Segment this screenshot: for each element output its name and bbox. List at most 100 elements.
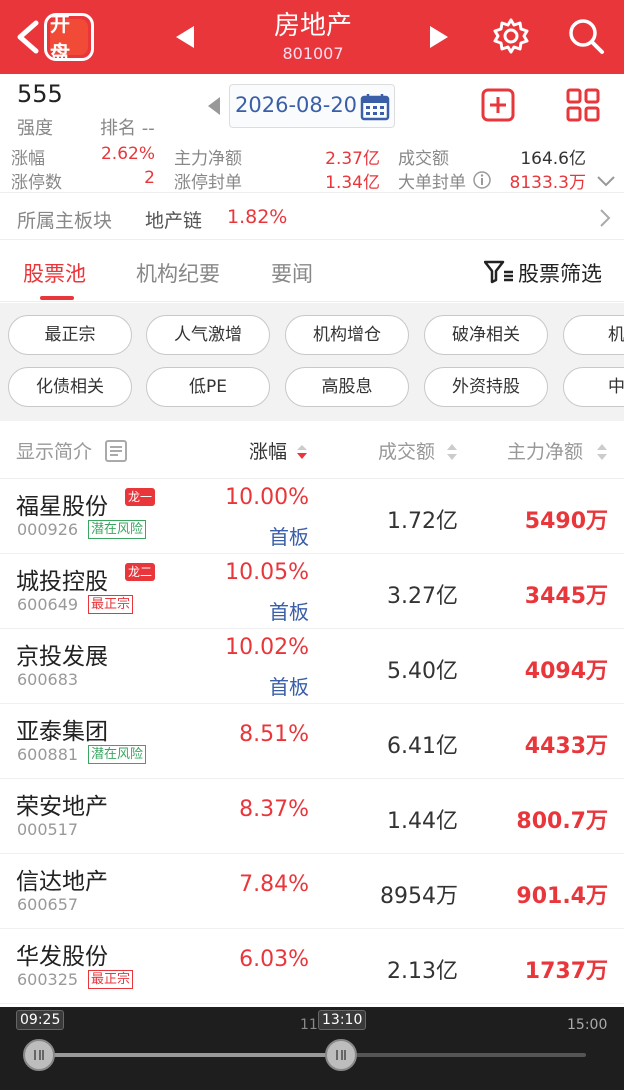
back-icon[interactable] bbox=[14, 20, 40, 54]
tab-news[interactable]: 要闻 bbox=[271, 258, 313, 288]
stock-name: 荣安地产 bbox=[16, 794, 108, 820]
chevron-down-icon[interactable] bbox=[596, 174, 616, 188]
stock-code: 600325 bbox=[17, 970, 79, 989]
authentic-tag: 最正宗 bbox=[88, 970, 134, 989]
list-icon[interactable] bbox=[104, 439, 128, 463]
stat-value: 164.6亿 bbox=[520, 149, 586, 169]
stock-code: 600657 bbox=[17, 895, 79, 914]
header-change[interactable]: 涨幅 bbox=[249, 437, 287, 464]
risk-tag: 潜在风险 bbox=[88, 520, 147, 539]
top-bar: 开盘 房地产 801007 bbox=[0, 0, 624, 74]
stat-value: 2.37亿 bbox=[325, 149, 380, 169]
strength-value: 555 bbox=[17, 80, 63, 108]
tag-chip[interactable]: 高股息 bbox=[285, 367, 409, 407]
header-net-inflow[interactable]: 主力净额 bbox=[507, 437, 583, 464]
gear-icon[interactable] bbox=[491, 16, 531, 56]
header-show-intro[interactable]: 显示简介 bbox=[16, 437, 92, 464]
next-sector-icon[interactable] bbox=[428, 24, 450, 50]
table-row[interactable]: 信达地产 600657 7.84% 8954万 901.4万 bbox=[0, 854, 624, 929]
logo-text: 开盘 bbox=[50, 16, 88, 58]
mid-time-label: 11 bbox=[300, 1017, 318, 1033]
grid-icon[interactable] bbox=[566, 88, 600, 122]
tab-bar: 股票池 机构纪要 要闻 股票筛选 bbox=[0, 240, 624, 302]
prev-date-icon[interactable] bbox=[206, 96, 222, 116]
main-sector-label: 所属主板块 bbox=[17, 210, 113, 232]
add-watchlist-icon[interactable] bbox=[481, 88, 515, 122]
net-inflow-value: 1737万 bbox=[524, 959, 608, 984]
tag-chip[interactable]: 化债相关 bbox=[8, 367, 132, 407]
board-label: 首板 bbox=[269, 675, 309, 699]
active-tab-indicator bbox=[40, 296, 74, 300]
change-value: 10.05% bbox=[225, 560, 309, 585]
stock-code: 600683 bbox=[17, 670, 79, 689]
volume-value: 6.41亿 bbox=[387, 734, 458, 759]
dragon-badge: 龙二 bbox=[125, 563, 156, 581]
table-row[interactable]: 城投控股 龙二 600649 最正宗 10.05% 首板 3.27亿 3445万 bbox=[0, 554, 624, 629]
change-value: 7.84% bbox=[239, 872, 309, 897]
info-icon[interactable] bbox=[472, 170, 492, 190]
stock-filter-label: 股票筛选 bbox=[518, 262, 602, 286]
net-inflow-value: 4433万 bbox=[524, 734, 608, 759]
main-sector-row[interactable]: 所属主板块 地产链 1.82% bbox=[0, 192, 624, 240]
end-time-label: 15:00 bbox=[567, 1017, 608, 1033]
net-inflow-value: 901.4万 bbox=[516, 884, 608, 909]
tab-stock-pool[interactable]: 股票池 bbox=[23, 258, 86, 288]
time-slider: 09:25 11 13:10 15:00 bbox=[0, 1007, 624, 1090]
change-value: 10.02% bbox=[225, 635, 309, 660]
stat-label: 大单封单 bbox=[398, 173, 466, 193]
tag-chip[interactable]: 机构增仓 bbox=[285, 315, 409, 355]
tag-chip[interactable]: 人气激增 bbox=[146, 315, 270, 355]
tag-chip[interactable]: 最正宗 bbox=[8, 315, 132, 355]
main-sector-change: 1.82% bbox=[227, 206, 288, 228]
stat-label: 主力净额 bbox=[174, 149, 242, 169]
authentic-tag: 最正宗 bbox=[88, 595, 134, 614]
date-picker[interactable]: 2026-08-20 bbox=[229, 84, 395, 128]
net-inflow-value: 3445万 bbox=[524, 584, 608, 609]
table-row[interactable]: 亚泰集团 600881 潜在风险 8.51% 6.41亿 4433万 bbox=[0, 704, 624, 779]
filter-icon bbox=[484, 260, 513, 284]
tag-chip[interactable]: 外资持股 bbox=[424, 367, 548, 407]
app-logo[interactable]: 开盘 bbox=[44, 13, 94, 61]
change-value: 8.51% bbox=[239, 722, 309, 747]
stat-value: 2.62% bbox=[100, 144, 155, 164]
tag-chip[interactable]: 低PE bbox=[146, 367, 270, 407]
search-icon[interactable] bbox=[566, 16, 606, 56]
stock-code: 000926 bbox=[17, 520, 79, 539]
board-label: 首板 bbox=[269, 525, 309, 549]
table-row[interactable]: 京投发展 600683 10.02% 首板 5.40亿 4094万 bbox=[0, 629, 624, 704]
chevron-right-icon bbox=[600, 209, 611, 227]
slider-fill bbox=[38, 1053, 341, 1057]
rank-label: 排名 -- bbox=[100, 118, 155, 139]
table-row[interactable]: 福星股份 龙一 000926 潜在风险 10.00% 首板 1.72亿 5490… bbox=[0, 479, 624, 554]
dragon-badge: 龙一 bbox=[125, 488, 156, 506]
volume-value: 8954万 bbox=[380, 884, 458, 909]
net-inflow-value: 4094万 bbox=[524, 659, 608, 684]
tag-chip[interactable]: 中报 bbox=[563, 367, 624, 407]
stat-value: 2 bbox=[144, 168, 155, 188]
net-inflow-value: 800.7万 bbox=[516, 809, 608, 834]
tab-institution-notes[interactable]: 机构纪要 bbox=[136, 258, 220, 288]
stat-value: 8133.3万 bbox=[509, 173, 586, 193]
sort-icon bbox=[597, 444, 607, 460]
table-row[interactable]: 华发股份 600325 最正宗 6.03% 2.13亿 1737万 bbox=[0, 929, 624, 1004]
net-inflow-value: 5490万 bbox=[524, 509, 608, 534]
page-title: 房地产 bbox=[273, 11, 352, 41]
stock-name: 信达地产 bbox=[16, 869, 108, 895]
table-row[interactable]: 荣安地产 000517 8.37% 1.44亿 800.7万 bbox=[0, 779, 624, 854]
volume-value: 2.13亿 bbox=[387, 959, 458, 984]
tag-chip[interactable]: 机构 bbox=[563, 315, 624, 355]
stock-name: 亚泰集团 bbox=[16, 719, 108, 745]
tag-chip[interactable]: 破净相关 bbox=[424, 315, 548, 355]
volume-value: 1.72亿 bbox=[387, 509, 458, 534]
current-handle[interactable] bbox=[325, 1039, 357, 1071]
calendar-icon bbox=[360, 94, 390, 121]
risk-tag: 潜在风险 bbox=[88, 745, 147, 764]
main-sector-name: 地产链 bbox=[145, 210, 203, 232]
start-handle[interactable] bbox=[23, 1039, 55, 1071]
board-label: 首板 bbox=[269, 600, 309, 624]
header-volume[interactable]: 成交额 bbox=[378, 437, 435, 464]
prev-sector-icon[interactable] bbox=[174, 24, 196, 50]
start-time-label: 09:25 bbox=[16, 1010, 65, 1030]
sort-desc-icon bbox=[297, 445, 307, 459]
volume-value: 3.27亿 bbox=[387, 584, 458, 609]
